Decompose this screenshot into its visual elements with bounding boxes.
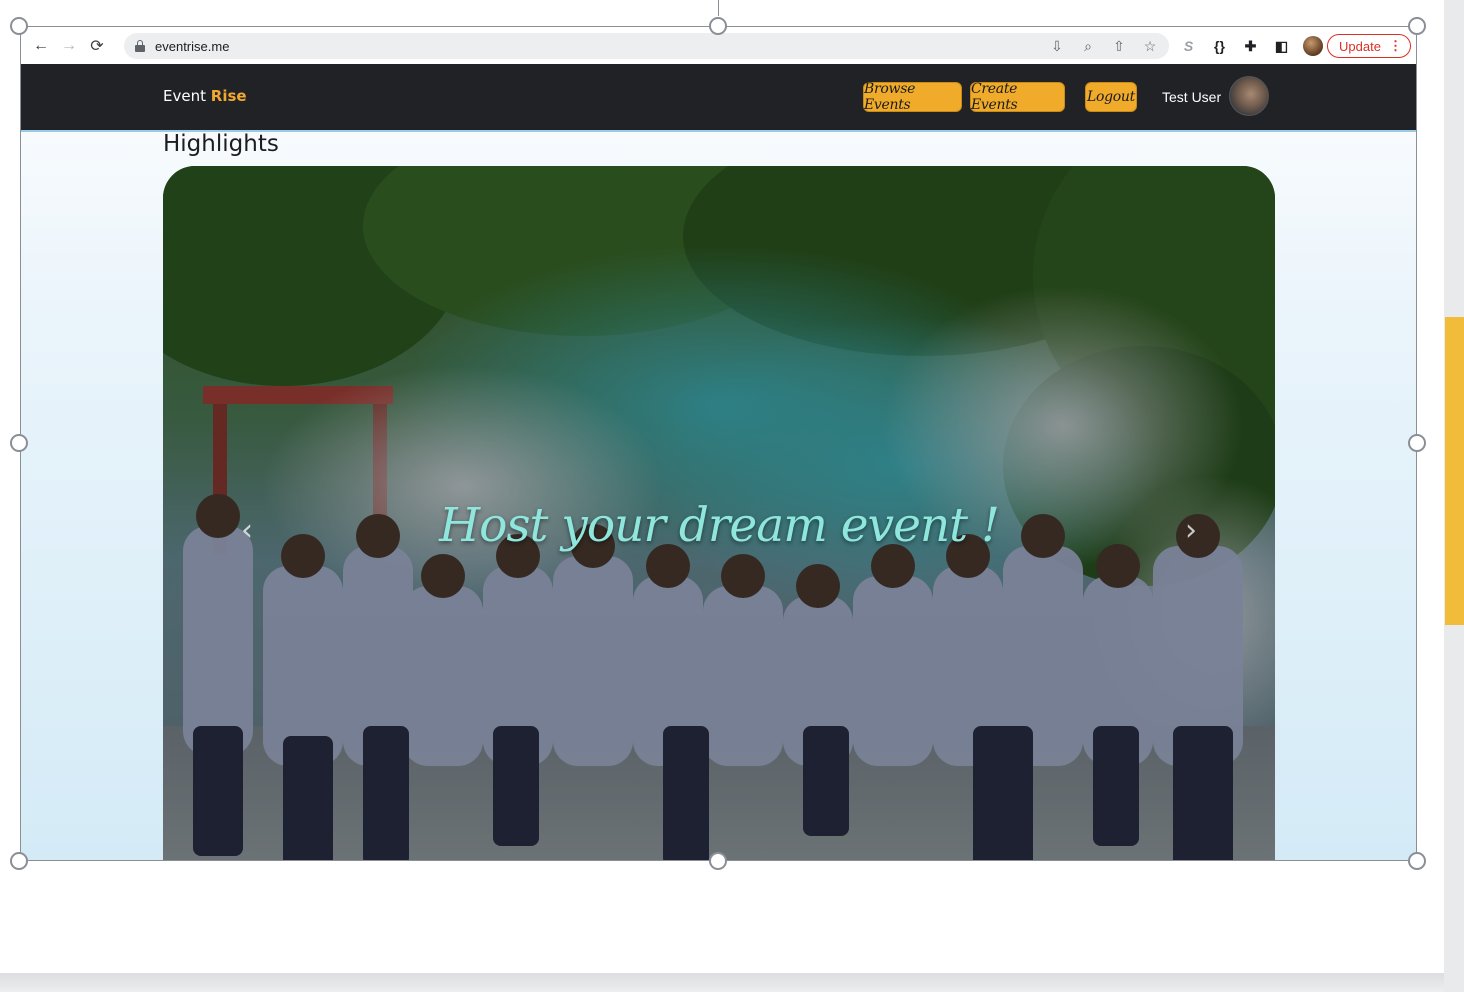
slide-caption: Host your dream event ! — [439, 498, 1000, 553]
resize-handle-bottom[interactable] — [709, 852, 727, 870]
url-text[interactable]: eventrise.me — [155, 39, 229, 54]
resize-handle-top-left[interactable] — [10, 17, 28, 35]
share-icon[interactable]: ⇧ — [1110, 38, 1128, 55]
reload-icon[interactable]: ⟳ — [83, 32, 111, 60]
resize-handle-left[interactable] — [10, 434, 28, 452]
side-accent-bar — [1445, 317, 1464, 625]
resize-handle-right[interactable] — [1408, 434, 1426, 452]
extensions-puzzle-icon[interactable]: ✚ — [1241, 38, 1260, 55]
browse-events-button[interactable]: Browse Events — [863, 81, 962, 113]
install-app-icon[interactable]: ⇩ — [1048, 38, 1066, 55]
back-arrow-icon[interactable]: ← — [27, 32, 55, 60]
update-label: Update — [1339, 38, 1381, 54]
side-panel-icon[interactable]: ◧ — [1272, 38, 1291, 55]
logout-button[interactable]: Logout — [1085, 82, 1137, 112]
address-bar[interactable]: eventrise.me ⇩ ⌕ ⇧ ☆ — [124, 33, 1169, 59]
update-button[interactable]: Update ⋮ — [1327, 34, 1411, 58]
profile-avatar[interactable] — [1303, 36, 1323, 56]
brand-part-rise: Rise — [210, 87, 247, 105]
zoom-icon[interactable]: ⌕ — [1079, 38, 1097, 55]
brand-part-event: Event — [163, 87, 206, 105]
rotate-handle-stem — [718, 0, 719, 16]
brand-logo[interactable]: Event Rise — [163, 87, 247, 105]
user-name[interactable]: Test User — [1162, 89, 1221, 105]
user-avatar[interactable] — [1229, 76, 1269, 116]
s-extension-icon[interactable]: S — [1179, 38, 1198, 54]
highlights-carousel[interactable]: Host your dream event ! ‹ › — [163, 166, 1275, 860]
bookmark-star-icon[interactable]: ☆ — [1141, 38, 1159, 55]
canvas-bottom-shadow — [0, 973, 1444, 992]
resize-handle-bottom-left[interactable] — [10, 852, 28, 870]
lock-icon[interactable] — [135, 40, 145, 52]
highlights-title: Highlights — [163, 131, 279, 157]
json-viewer-icon[interactable]: {} — [1210, 38, 1229, 54]
resize-handle-bottom-right[interactable] — [1408, 852, 1426, 870]
carousel-prev-arrow-icon[interactable]: ‹ — [235, 516, 259, 546]
screenshot-frame[interactable]: ← → ⟳ eventrise.me ⇩ ⌕ ⇧ ☆ S {} ✚ ◧ Upda… — [20, 26, 1417, 861]
more-menu-icon[interactable]: ⋮ — [1389, 38, 1402, 54]
resize-handle-top[interactable] — [709, 17, 727, 35]
carousel-next-arrow-icon[interactable]: › — [1179, 516, 1203, 546]
site-navbar: Event Rise Browse Events Create Events L… — [21, 64, 1416, 132]
forward-arrow-icon[interactable]: → — [55, 32, 83, 60]
resize-handle-top-right[interactable] — [1408, 17, 1426, 35]
create-events-button[interactable]: Create Events — [970, 81, 1065, 113]
